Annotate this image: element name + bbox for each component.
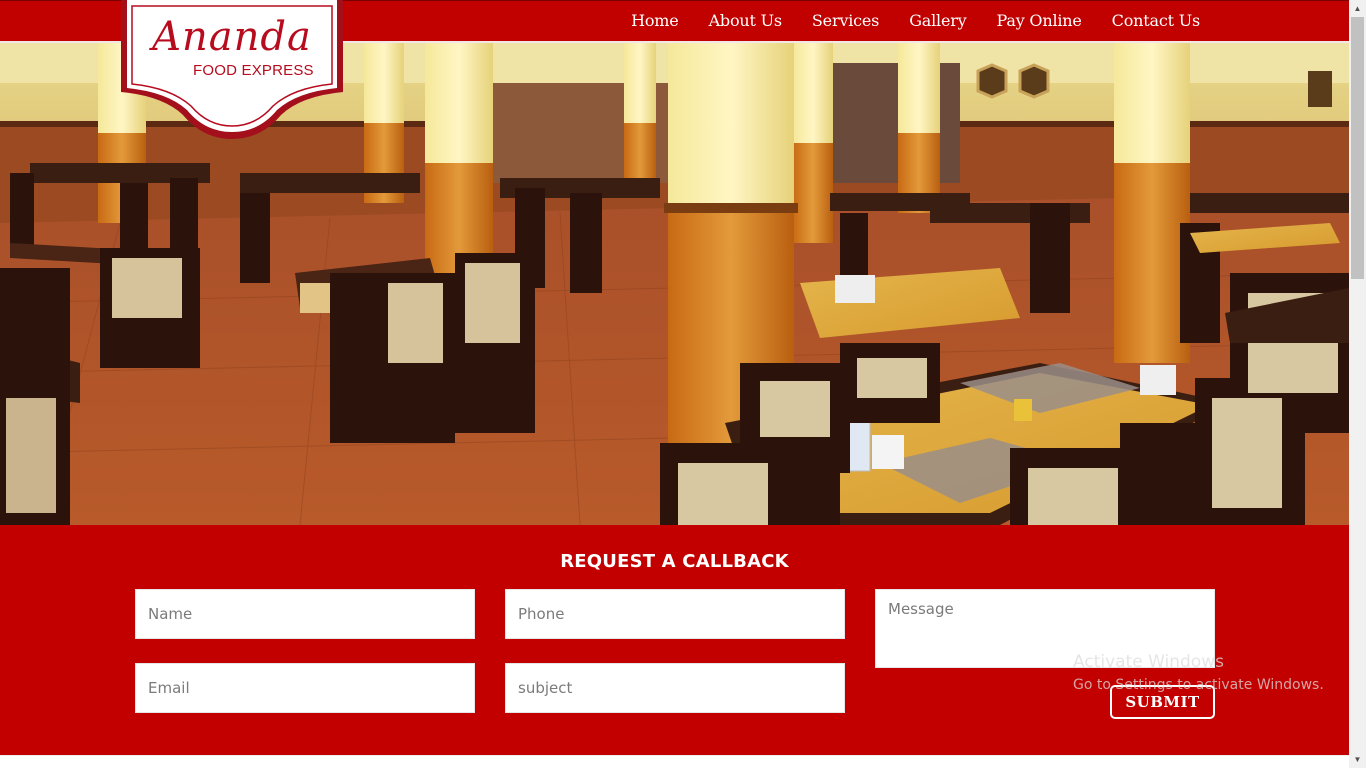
callback-title: REQUEST A CALLBACK <box>560 551 789 572</box>
nav-pay-online[interactable]: Pay Online <box>982 10 1097 32</box>
nav-services[interactable]: Services <box>797 10 894 32</box>
page: Home About Us Services Gallery Pay Onlin… <box>0 0 1349 768</box>
name-input[interactable] <box>135 589 475 639</box>
brand-logo[interactable]: Ananda FOOD EXPRESS <box>121 0 343 139</box>
subject-input[interactable] <box>505 663 845 713</box>
scroll-down-arrow-icon[interactable]: ▼ <box>1349 751 1366 768</box>
phone-input[interactable] <box>505 589 845 639</box>
callback-section: REQUEST A CALLBACK SUBMIT <box>0 525 1349 755</box>
brand-subtitle: FOOD EXPRESS <box>193 62 314 79</box>
brand-name: Ananda <box>152 14 312 60</box>
scrollbar-thumb[interactable] <box>1351 17 1364 279</box>
nav-gallery[interactable]: Gallery <box>894 10 981 32</box>
nav-about-us[interactable]: About Us <box>694 10 797 32</box>
main-nav: Home About Us Services Gallery Pay Onlin… <box>616 10 1215 32</box>
message-textarea[interactable] <box>875 589 1215 668</box>
email-input[interactable] <box>135 663 475 713</box>
vertical-scrollbar[interactable]: ▲ ▼ <box>1349 0 1366 768</box>
scroll-up-arrow-icon[interactable]: ▲ <box>1349 0 1366 17</box>
submit-button[interactable]: SUBMIT <box>1110 685 1215 719</box>
nav-contact-us[interactable]: Contact Us <box>1097 10 1215 32</box>
nav-home[interactable]: Home <box>616 10 693 32</box>
footer-strip <box>0 755 1349 768</box>
